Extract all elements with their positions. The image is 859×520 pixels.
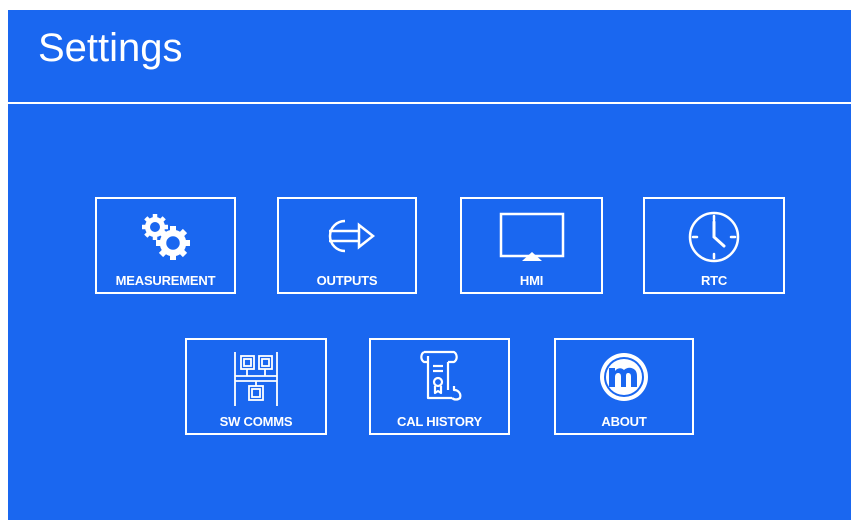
certificate-scroll-icon xyxy=(371,346,508,408)
monitor-icon xyxy=(462,205,601,267)
outputs-label: OUTPUTS xyxy=(316,273,378,288)
rtc-label: RTC xyxy=(700,273,728,288)
sw-comms-label: SW COMMS xyxy=(219,414,293,429)
outputs-button[interactable]: OUTPUTS xyxy=(277,197,417,294)
settings-screen: Settings MEASUREMENT OUTPUTS HMI RTC SW … xyxy=(8,10,851,520)
gears-icon xyxy=(97,205,234,267)
hmi-button[interactable]: HMI xyxy=(460,197,603,294)
sw-comms-button[interactable]: SW COMMS xyxy=(185,338,327,435)
cal-history-label: CAL HISTORY xyxy=(397,414,482,429)
about-label: ABOUT xyxy=(601,414,647,429)
cal-history-button[interactable]: CAL HISTORY xyxy=(369,338,510,435)
page-title: Settings xyxy=(38,26,183,70)
network-icon xyxy=(187,346,325,408)
measurement-button[interactable]: MEASUREMENT xyxy=(95,197,236,294)
clock-icon xyxy=(645,205,783,267)
measurement-label: MEASUREMENT xyxy=(115,273,216,288)
hmi-label: HMI xyxy=(519,273,544,288)
header-bar: Settings xyxy=(8,10,851,104)
output-arrow-icon xyxy=(279,205,415,267)
m-logo-icon xyxy=(556,346,692,408)
about-button[interactable]: ABOUT xyxy=(554,338,694,435)
rtc-button[interactable]: RTC xyxy=(643,197,785,294)
